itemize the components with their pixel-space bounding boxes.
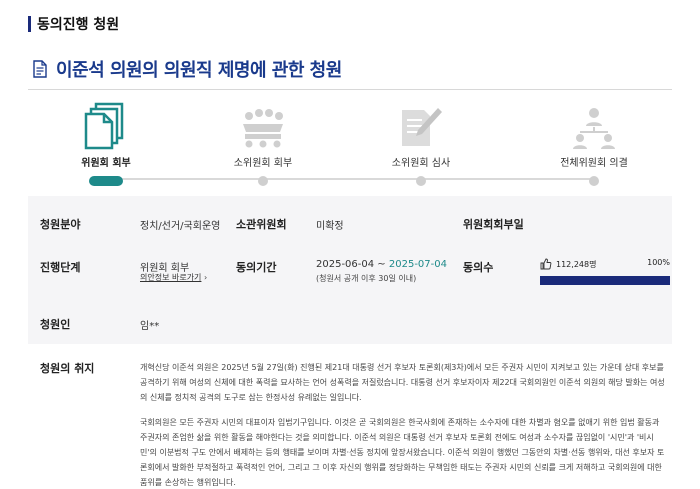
step-indicator [89, 176, 123, 186]
org-chart-icon [573, 108, 615, 149]
agree-label: 동의수 [463, 261, 494, 274]
petition-header: 이준석 의원의 의원직 제명에 관한 청원 [32, 56, 342, 82]
stage-label: 진행단계 [40, 261, 81, 274]
field-value: 정치/선거/국회운영 [140, 221, 221, 232]
bill-info-link-label[interactable]: 의안정보 바로가기 [140, 273, 201, 282]
subcommittee-value: 미확정 [316, 221, 344, 232]
steps-track [108, 178, 592, 180]
agree-count: 112,248명 [556, 260, 597, 269]
field-label: 청원분야 [40, 218, 81, 231]
bill-info-link[interactable]: 의안정보 바로가기 › [140, 272, 207, 283]
section-title: 동의진행 청원 [37, 17, 120, 33]
period-separator: ~ [374, 259, 389, 270]
step-full-committee: 전체위원회 의결 [524, 90, 664, 186]
referral-date-label: 위원회회부일 [463, 218, 524, 231]
section-header: 동의진행 청원 [28, 14, 119, 34]
period-value: 2025-06-04 ~ 2025-07-04 [316, 259, 447, 270]
step-subcommittee-referral: 소위원회 회부 [193, 90, 333, 186]
step-indicator [589, 176, 599, 186]
purpose-label: 청원의 취지 [40, 362, 95, 375]
step-label: 소위원회 심사 [391, 158, 451, 169]
purpose-paragraph: 국회의원은 모든 주권자 시민의 대표이자 입법기구입니다. 이것은 곧 국회의… [140, 418, 665, 487]
period-label: 동의기간 [236, 261, 277, 274]
step-label: 위원회 회부 [81, 158, 131, 169]
agree-progress-fill [540, 276, 670, 285]
step-indicator [416, 176, 426, 186]
period-start: 2025-06-04 [316, 259, 375, 270]
step-committee-referral: 위원회 회부 [36, 90, 176, 186]
purpose-text: 개혁신당 이준석 의원은 2025년 5월 27일(화) 진행된 제21대 대통… [140, 360, 668, 489]
step-label: 소위원회 회부 [233, 158, 293, 169]
petitioner-label: 청원인 [40, 318, 71, 331]
step-label: 전체위원회 의결 [560, 158, 628, 169]
section-marker [28, 16, 31, 32]
subcommittee-label: 소관위원회 [236, 218, 287, 231]
petition-info-panel: 청원분야 정치/선거/국회운영 소관위원회 미확정 위원회회부일 진행단계 위원… [28, 196, 672, 344]
agree-percent: 100% [647, 258, 670, 267]
step-subcommittee-review: 소위원회 심사 [351, 90, 491, 186]
period-end: 2025-07-04 [388, 259, 447, 270]
chevron-right-icon: › [201, 273, 208, 282]
review-pen-icon [402, 108, 442, 146]
progress-steps: 위원회 회부 소위원회 회부 소위원회 심사 전체위원회 의결 [28, 90, 672, 190]
petitioner-value: 임** [140, 321, 160, 332]
document-icon [33, 60, 47, 78]
purpose-paragraph: 개혁신당 이준석 의원은 2025년 5월 27일(화) 진행된 제21대 대통… [140, 363, 665, 402]
meeting-table-icon [243, 109, 283, 148]
agree-progress-track [540, 276, 670, 285]
thumbs-up-icon [540, 258, 552, 270]
period-note: (청원서 공개 이후 30일 이내) [316, 274, 417, 283]
petition-purpose: 청원의 취지 개혁신당 이준석 의원은 2025년 5월 27일(화) 진행된 … [28, 344, 672, 489]
step-indicator [258, 176, 268, 186]
documents-icon [84, 102, 124, 150]
petition-title: 이준석 의원의 의원직 제명에 관한 청원 [56, 60, 342, 81]
